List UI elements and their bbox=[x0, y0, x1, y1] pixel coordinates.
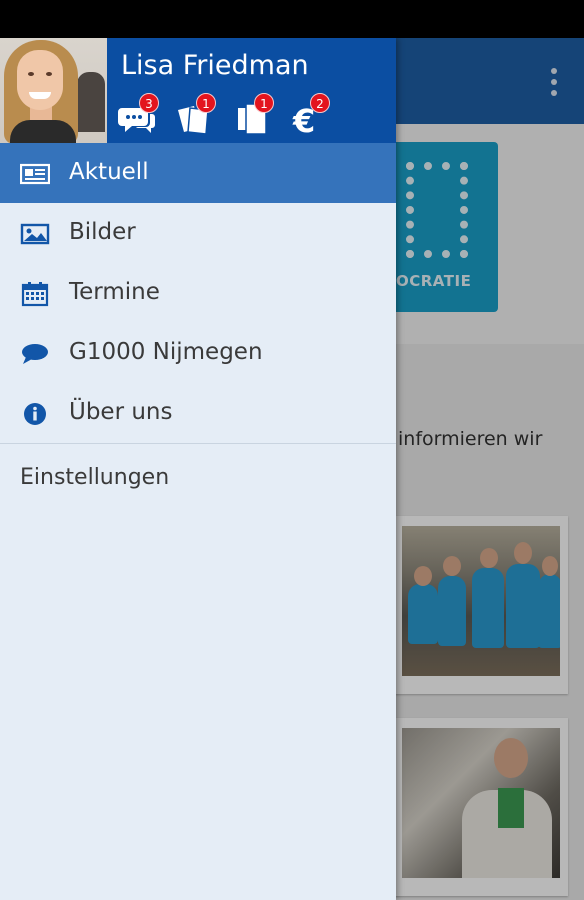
badge: 1 bbox=[196, 93, 216, 113]
menu-item-aktuell[interactable]: Aktuell bbox=[0, 143, 396, 203]
menu-item-termine[interactable]: Termine bbox=[0, 263, 396, 323]
menu-item-label: Aktuell bbox=[69, 159, 149, 185]
menu-item-g1000-nijmegen[interactable]: G1000 Nijmegen bbox=[0, 323, 396, 383]
navigation-drawer: Lisa Friedman 3 1 1 € 2 Aktuell Bilder T… bbox=[0, 38, 396, 900]
menu-item-ueber-uns[interactable]: Über uns bbox=[0, 383, 396, 443]
menu-item-label: Bilder bbox=[69, 219, 136, 245]
chat-bubbles-icon[interactable]: 3 bbox=[118, 93, 159, 134]
badge: 2 bbox=[310, 93, 330, 113]
status-bar bbox=[0, 0, 584, 38]
newspaper-icon bbox=[19, 161, 51, 187]
calendar-icon bbox=[20, 281, 49, 307]
menu-item-label: Über uns bbox=[69, 399, 173, 425]
header-icons: 3 1 1 € 2 bbox=[118, 93, 388, 136]
avatar[interactable] bbox=[0, 38, 107, 143]
menu-item-bilder[interactable]: Bilder bbox=[0, 203, 396, 263]
documents-icon[interactable]: 1 bbox=[234, 93, 274, 135]
badge: 3 bbox=[139, 93, 159, 113]
info-icon bbox=[20, 401, 48, 427]
euro-icon[interactable]: € 2 bbox=[292, 93, 332, 136]
drawer-header: Lisa Friedman 3 1 1 € 2 bbox=[0, 38, 396, 143]
tickets-icon[interactable]: 1 bbox=[176, 93, 216, 135]
badge: 1 bbox=[254, 93, 274, 113]
picture-icon bbox=[20, 221, 50, 247]
settings-item[interactable]: Einstellungen bbox=[20, 465, 169, 490]
divider bbox=[0, 443, 396, 444]
menu-item-label: G1000 Nijmegen bbox=[69, 339, 263, 365]
user-name: Lisa Friedman bbox=[121, 50, 309, 81]
menu-item-label: Termine bbox=[69, 279, 160, 305]
speech-bubble-icon bbox=[20, 341, 48, 367]
